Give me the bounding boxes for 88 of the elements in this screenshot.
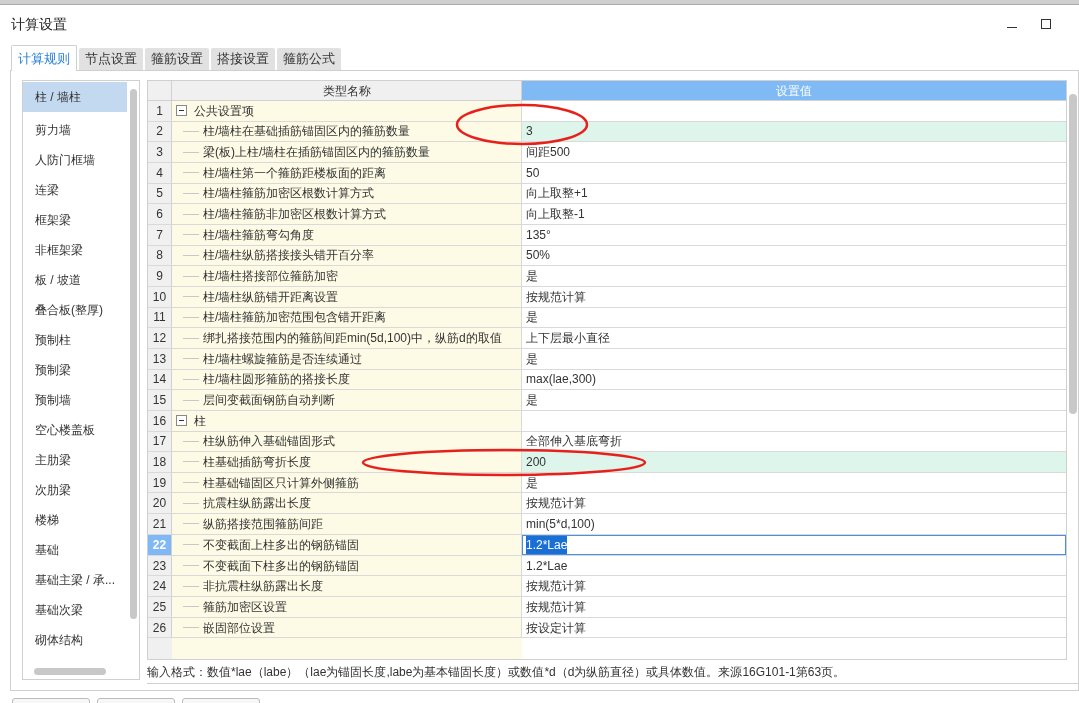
setting-name: 柱/墙柱箍筋加密范围包含错开距离 xyxy=(203,309,387,327)
row-number: 21 xyxy=(148,514,172,534)
setting-name: 柱/墙柱圆形箍筋的搭接长度 xyxy=(203,371,351,389)
window-title: 计算设置 xyxy=(11,14,67,34)
row-number: 20 xyxy=(148,493,172,514)
setting-name: 柱/墙柱箍筋弯勾角度 xyxy=(203,226,315,244)
setting-name: 柱/墙柱搭接部位箍筋加密 xyxy=(203,268,339,286)
setting-name: 柱/墙柱纵筋搭接接头错开百分率 xyxy=(203,247,375,265)
tab[interactable]: 计算规则 xyxy=(11,45,77,71)
row-number: 10 xyxy=(148,286,172,307)
input-format-hint: 输入格式：数值*lae（labe）（lae为锚固长度,labe为基本锚固长度）或数值*d（d为纵筋直径）或具体数值。来源16G101-1第63页。 xyxy=(147,663,846,681)
setting-name: 梁(板)上柱/墙柱在插筋锚固区内的箍筋数量 xyxy=(203,144,431,162)
row-number: 16 xyxy=(148,410,172,431)
row-number: 26 xyxy=(148,617,172,638)
row-number: 5 xyxy=(148,183,172,204)
setting-name: 柱/墙柱箍筋加密区根数计算方式 xyxy=(203,185,375,203)
tab[interactable]: 搭接设置 xyxy=(211,48,275,70)
column-header: 类型名称 xyxy=(172,81,522,100)
sidebar-item[interactable]: 板 / 坡道 xyxy=(23,265,127,295)
setting-name: 不变截面下柱多出的钢筋锚固 xyxy=(203,557,359,575)
row-number: 4 xyxy=(148,162,172,183)
collapse-toggle[interactable] xyxy=(176,105,187,117)
sidebar-item[interactable]: 空心楼盖板 xyxy=(23,415,127,445)
setting-name: 嵌固部位设置 xyxy=(203,619,275,637)
sidebar-item[interactable]: 砌体结构 xyxy=(23,625,127,655)
scrollbar[interactable] xyxy=(1069,94,1077,414)
row-number: 22 xyxy=(148,534,172,555)
sidebar-item[interactable]: 楼梯 xyxy=(23,505,127,535)
collapse-toggle[interactable] xyxy=(176,415,187,427)
setting-name: 柱/墙柱第一个箍筋距楼板面的距离 xyxy=(203,164,387,182)
sidebar-item[interactable]: 框架梁 xyxy=(23,205,127,235)
row-number: 7 xyxy=(148,224,172,245)
row-number: 25 xyxy=(148,597,172,617)
sidebar-item[interactable]: 非框架梁 xyxy=(23,235,127,265)
row-number: 8 xyxy=(148,245,172,266)
tab[interactable]: 节点设置 xyxy=(79,48,143,70)
sidebar-item[interactable]: 人防门框墙 xyxy=(23,145,127,175)
row-number: 9 xyxy=(148,266,172,286)
sidebar-item[interactable]: 主肋梁 xyxy=(23,445,127,475)
sidebar-item[interactable]: 柱 / 墙柱 xyxy=(23,82,127,112)
setting-name: 不变截面上柱多出的钢筋锚固 xyxy=(203,536,359,554)
setting-name: 抗震柱纵筋露出长度 xyxy=(203,495,311,513)
setting-name: 绑扎搭接范围内的箍筋间距min(5d,100)中，纵筋d的取值 xyxy=(203,330,502,348)
setting-name: 柱/墙柱在基础插筋锚固区内的箍筋数量 xyxy=(203,123,411,141)
row-number: 13 xyxy=(148,348,172,369)
setting-name: 柱/墙柱纵筋错开距离设置 xyxy=(203,288,339,306)
sidebar-item[interactable]: 剪力墙 xyxy=(23,115,127,145)
sidebar-item[interactable]: 基础主梁 / 承... xyxy=(23,565,127,595)
sidebar-item[interactable]: 预制梁 xyxy=(23,355,127,385)
tab[interactable]: 箍筋设置 xyxy=(145,48,209,70)
setting-name: 非抗震柱纵筋露出长度 xyxy=(203,578,323,596)
column-header: 设置值 xyxy=(522,81,1066,100)
setting-name: 纵筋搭接范围箍筋间距 xyxy=(203,515,323,533)
setting-name: 箍筋加密区设置 xyxy=(203,598,287,616)
row-number: 2 xyxy=(148,121,172,142)
row-number: 15 xyxy=(148,390,172,410)
scrollbar[interactable] xyxy=(34,668,106,675)
row-number: 24 xyxy=(148,576,172,597)
sidebar-item[interactable]: 基础 xyxy=(23,535,127,565)
sidebar-item[interactable]: 预制柱 xyxy=(23,325,127,355)
row-number: 23 xyxy=(148,555,172,576)
row-number: 14 xyxy=(148,369,172,390)
tab[interactable]: 箍筋公式 xyxy=(277,48,341,70)
setting-name: 层间变截面钢筋自动判断 xyxy=(203,392,335,409)
setting-name: 柱纵筋伸入基础锚固形式 xyxy=(203,433,335,451)
row-number: 17 xyxy=(148,431,172,452)
row-number: 6 xyxy=(148,204,172,224)
row-number: 18 xyxy=(148,452,172,472)
setting-value[interactable]: 200 xyxy=(522,452,1066,472)
maximize-icon[interactable] xyxy=(1041,19,1051,29)
group-name: 柱 xyxy=(194,412,206,430)
sidebar-item[interactable]: 次肋梁 xyxy=(23,475,127,505)
scrollbar[interactable] xyxy=(130,89,137,619)
setting-name: 柱/墙柱螺旋箍筋是否连续通过 xyxy=(203,350,363,368)
row-number: 1 xyxy=(148,101,172,121)
setting-value[interactable]: 1.2*Lae xyxy=(522,534,1066,555)
row-number: 19 xyxy=(148,472,172,493)
sidebar-item[interactable]: 预制墙 xyxy=(23,385,127,415)
group-name: 公共设置项 xyxy=(194,102,254,120)
setting-name: 柱基础锚固区只计算外侧箍筋 xyxy=(203,474,359,492)
sidebar-item[interactable]: 连梁 xyxy=(23,175,127,205)
row-number: 11 xyxy=(148,307,172,328)
row-number: 12 xyxy=(148,328,172,348)
row-number: 3 xyxy=(148,142,172,162)
setting-name: 柱/墙柱箍筋非加密区根数计算方式 xyxy=(203,206,387,224)
sidebar-item[interactable]: 叠合板(整厚) xyxy=(23,295,127,325)
sidebar-item[interactable]: 基础次梁 xyxy=(23,595,127,625)
setting-name: 柱基础插筋弯折长度 xyxy=(203,454,311,471)
